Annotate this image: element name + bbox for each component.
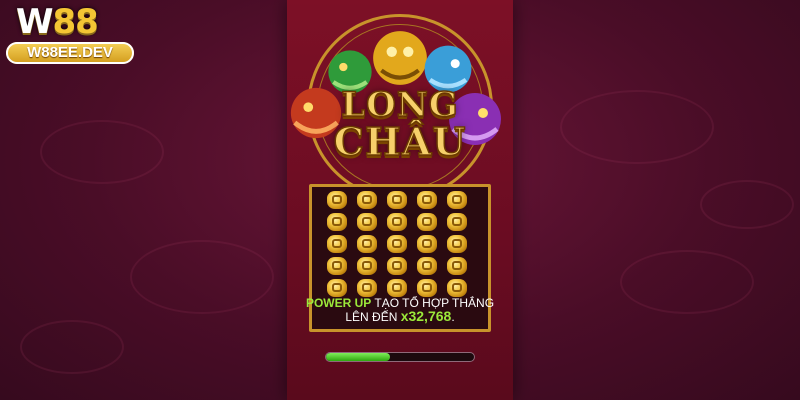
gold-coin-symbol	[354, 189, 380, 211]
gold-coin-symbol	[414, 255, 440, 277]
gold-coin-symbol	[444, 189, 470, 211]
gold-coin-symbol	[384, 211, 410, 233]
brand-mark: W88	[16, 2, 99, 42]
gold-coin-symbol	[414, 211, 440, 233]
gold-coin-symbol	[384, 233, 410, 255]
gold-coin-symbol	[354, 233, 380, 255]
gold-coin-symbol	[414, 189, 440, 211]
gold-coin-symbol	[324, 255, 350, 277]
gold-coin-symbol	[384, 255, 410, 277]
brand-logo[interactable]: W88 W88EE.DEV	[6, 4, 134, 68]
gold-coin-symbol	[324, 211, 350, 233]
gold-coin-symbol	[444, 255, 470, 277]
game-title-line2: CHÂU	[333, 119, 467, 164]
loading-progress-fill	[326, 353, 390, 361]
gold-coin-symbol	[324, 189, 350, 211]
game-panel[interactable]: LONG CHÂU POWER UP TẠO TỔ HỢP THẮNG LÊN …	[287, 0, 513, 400]
gold-coin-symbol	[354, 211, 380, 233]
brand-url: W88EE.DEV	[6, 42, 134, 64]
max-win-caption: LÊN ĐẾN x32,768.	[345, 308, 455, 325]
gold-coin-symbol	[444, 211, 470, 233]
max-multiplier: x32,768	[400, 308, 452, 324]
gold-coin-symbol	[384, 189, 410, 211]
gold-coin-symbol	[354, 255, 380, 277]
gold-coin-symbol	[324, 233, 350, 255]
loading-progress-bar	[325, 352, 475, 362]
reel-grid	[324, 189, 470, 299]
gold-coin-symbol	[444, 233, 470, 255]
gold-coin-symbol	[414, 233, 440, 255]
